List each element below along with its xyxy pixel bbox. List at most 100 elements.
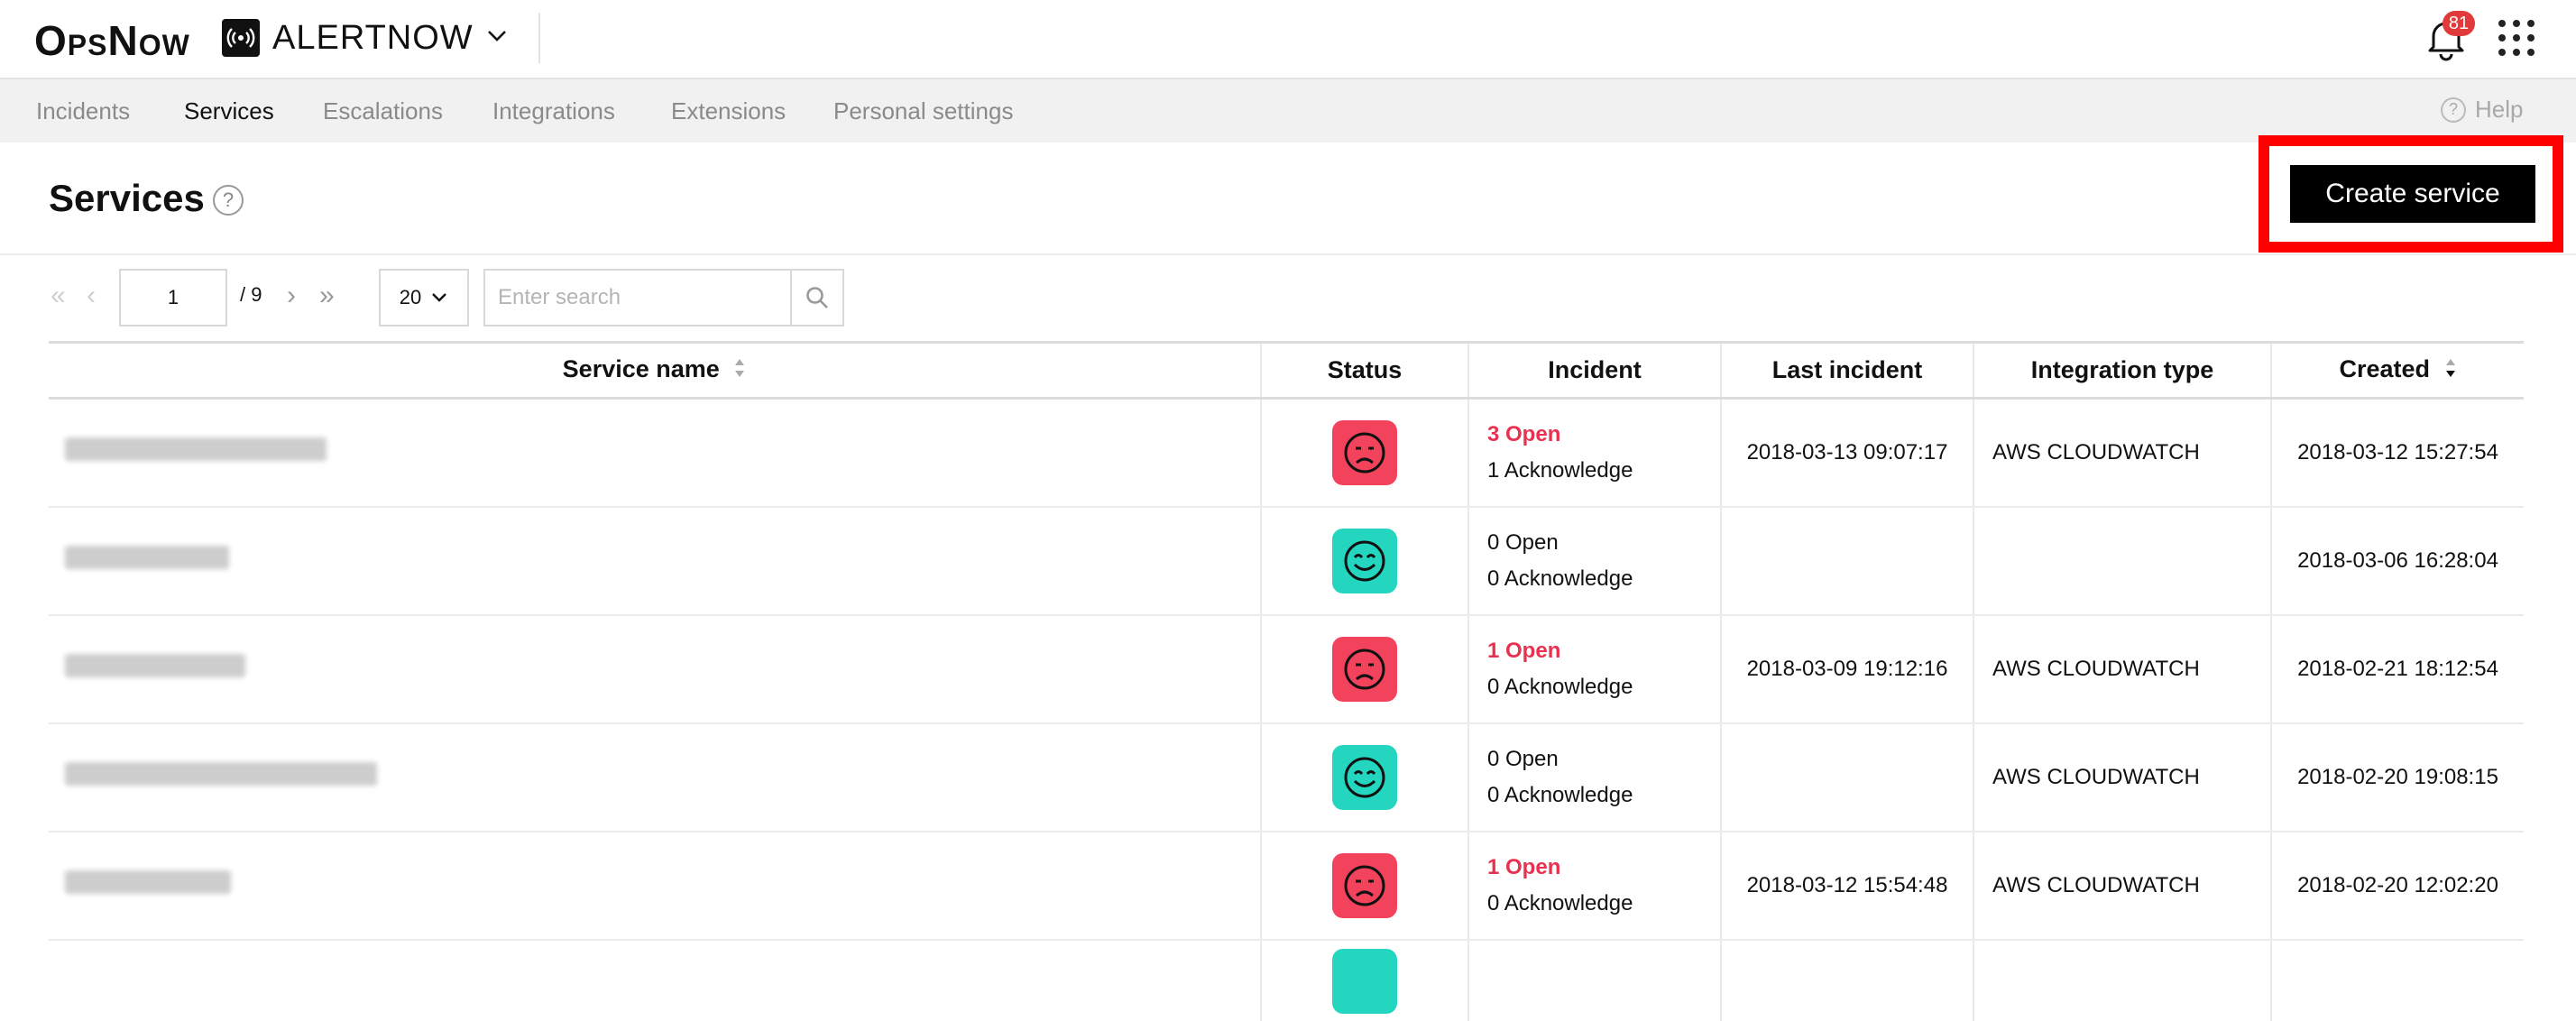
nav-services[interactable]: Services xyxy=(184,97,274,125)
question-icon: ? xyxy=(2441,97,2466,123)
integration-cell: AWS CLOUDWATCH xyxy=(1973,614,2271,724)
last-incident-cell xyxy=(1720,722,1973,832)
acknowledge-count: 0 Acknowledge xyxy=(1487,674,1633,699)
column-incident: Incident xyxy=(1467,341,1721,400)
incident-cell: 1 Open 0 Acknowledge xyxy=(1467,614,1721,724)
service-name-cell[interactable] xyxy=(49,398,1261,508)
open-count[interactable]: 0 Open xyxy=(1487,741,1719,777)
status-cell xyxy=(1260,614,1468,724)
app-switcher[interactable]: ALERTNOW xyxy=(222,13,540,63)
nav-integrations[interactable]: Integrations xyxy=(492,97,615,125)
service-name-blurred xyxy=(65,870,231,894)
column-status: Status xyxy=(1260,341,1468,400)
last-incident-cell: 2018-03-12 15:54:48 xyxy=(1720,831,1973,941)
help-link[interactable]: ? Help xyxy=(2441,96,2523,124)
column-label: Last incident xyxy=(1771,356,1923,383)
service-name-cell[interactable] xyxy=(49,831,1261,941)
services-table: Service name Status Incident Last incide… xyxy=(49,341,2524,1021)
search-icon[interactable] xyxy=(790,271,842,325)
page-total: / 9 xyxy=(240,283,262,306)
acknowledge-count: 1 Acknowledge xyxy=(1487,457,1633,483)
bell-icon xyxy=(2426,22,2466,65)
incident-cell: 0 Open 0 Acknowledge xyxy=(1467,506,1721,616)
nav-incidents[interactable]: Incidents xyxy=(36,97,130,125)
table-row[interactable] xyxy=(49,939,2524,1021)
service-name-blurred xyxy=(65,437,327,462)
integration-cell: AWS CLOUDWATCH xyxy=(1973,722,2271,832)
per-page-value: 20 xyxy=(399,286,422,308)
per-page-select[interactable]: 20 xyxy=(379,269,469,327)
created-cell: 2018-02-21 18:12:54 xyxy=(2270,614,2524,724)
table-header: Service name Status Incident Last incide… xyxy=(49,341,2524,400)
sad-face-icon xyxy=(1332,636,1397,702)
search-input[interactable] xyxy=(485,271,790,325)
first-page-icon[interactable]: « xyxy=(51,281,66,311)
sort-icon xyxy=(733,357,746,385)
column-label: Integration type xyxy=(2030,356,2214,383)
open-count[interactable]: 3 Open xyxy=(1487,417,1719,453)
incident-cell: 1 Open 0 Acknowledge xyxy=(1467,831,1721,941)
open-count[interactable]: 1 Open xyxy=(1487,633,1719,669)
help-label: Help xyxy=(2475,96,2524,123)
chevron-down-icon xyxy=(430,286,448,309)
column-label: Created xyxy=(2339,355,2431,383)
happy-face-icon xyxy=(1332,528,1397,593)
service-name-blurred xyxy=(65,546,229,569)
created-cell: 2018-03-12 15:27:54 xyxy=(2270,398,2524,508)
service-name-blurred xyxy=(65,762,377,786)
sad-face-icon xyxy=(1332,419,1397,485)
last-page-icon[interactable]: » xyxy=(319,281,335,311)
apps-grid-icon[interactable] xyxy=(2498,20,2535,56)
service-name-cell[interactable] xyxy=(49,940,1261,1021)
integration-cell xyxy=(1973,939,2271,1021)
column-integration-type: Integration type xyxy=(1973,341,2271,400)
created-cell: 2018-02-20 12:02:20 xyxy=(2270,831,2524,941)
page-number-input[interactable] xyxy=(119,269,227,327)
status-cell xyxy=(1260,398,1468,508)
nav-personal-settings[interactable]: Personal settings xyxy=(833,97,1013,125)
notification-badge: 81 xyxy=(2443,11,2475,36)
column-created[interactable]: Created xyxy=(2270,341,2524,400)
sad-face-icon xyxy=(1332,852,1397,918)
nav-escalations[interactable]: Escalations xyxy=(323,97,443,125)
acknowledge-count: 0 Acknowledge xyxy=(1487,782,1633,807)
integration-cell xyxy=(1973,506,2271,616)
next-page-icon[interactable]: › xyxy=(287,281,296,311)
happy-face-icon xyxy=(1332,948,1397,1014)
table-row[interactable]: 3 Open 1 Acknowledge 2018-03-13 09:07:17… xyxy=(49,398,2524,508)
service-name-cell[interactable] xyxy=(49,506,1261,616)
table-row[interactable]: 1 Open 0 Acknowledge 2018-03-09 19:12:16… xyxy=(49,614,2524,724)
column-last-incident: Last incident xyxy=(1720,341,1973,400)
nav-extensions[interactable]: Extensions xyxy=(671,97,786,125)
create-service-button[interactable]: Create service xyxy=(2290,165,2535,223)
status-cell xyxy=(1260,506,1468,616)
service-name-cell[interactable] xyxy=(49,722,1261,832)
open-count[interactable]: 0 Open xyxy=(1487,525,1719,561)
created-cell: 2018-02-20 19:08:15 xyxy=(2270,722,2524,832)
service-name-cell[interactable] xyxy=(49,614,1261,724)
acknowledge-count: 0 Acknowledge xyxy=(1487,566,1633,591)
created-cell xyxy=(2270,939,2524,1021)
prev-page-icon[interactable]: ‹ xyxy=(87,281,96,311)
status-cell xyxy=(1260,831,1468,941)
table-row[interactable]: 1 Open 0 Acknowledge 2018-03-12 15:54:48… xyxy=(49,831,2524,941)
page-title: Services xyxy=(49,177,205,219)
opsnow-logo[interactable]: OpsNow xyxy=(34,16,190,65)
sort-desc-icon xyxy=(2444,357,2457,385)
incident-cell xyxy=(1467,939,1721,1021)
last-incident-cell: 2018-03-09 19:12:16 xyxy=(1720,614,1973,724)
search-box xyxy=(483,269,844,327)
column-service-name[interactable]: Service name xyxy=(49,341,1261,400)
open-count[interactable]: 1 Open xyxy=(1487,850,1719,886)
happy-face-icon xyxy=(1332,744,1397,810)
service-name-blurred xyxy=(65,654,245,677)
table-row[interactable]: 0 Open 0 Acknowledge 2018-03-06 16:28:04 xyxy=(49,506,2524,616)
acknowledge-count: 0 Acknowledge xyxy=(1487,890,1633,915)
integration-cell: AWS CLOUDWATCH xyxy=(1973,398,2271,508)
question-icon[interactable]: ? xyxy=(213,185,244,216)
divider xyxy=(0,253,2576,255)
main-nav: Incidents Services Escalations Integrati… xyxy=(0,79,2576,143)
status-cell xyxy=(1260,939,1468,1021)
table-row[interactable]: 0 Open 0 Acknowledge AWS CLOUDWATCH 2018… xyxy=(49,722,2524,832)
last-incident-cell xyxy=(1720,939,1973,1021)
